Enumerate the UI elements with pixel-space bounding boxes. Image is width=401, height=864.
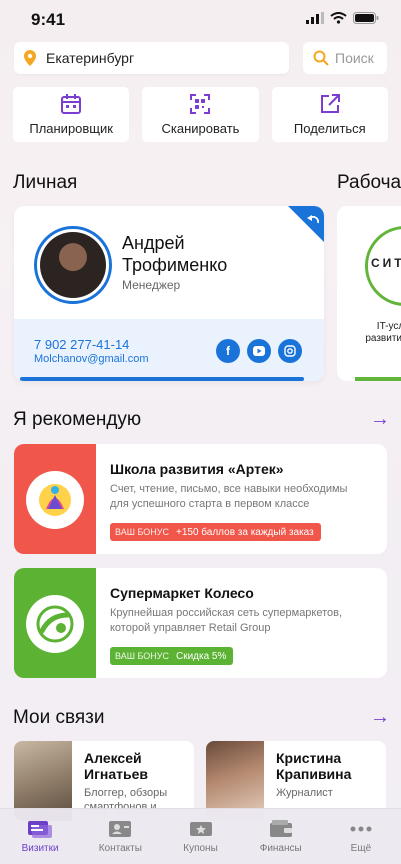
tab-label: Визитки <box>21 843 59 854</box>
tab-label: Купоны <box>183 843 218 854</box>
status-bar: 9:41 <box>0 0 401 40</box>
section-connections-title: Мои связи <box>13 707 105 728</box>
calendar-icon <box>61 94 82 114</box>
planner-button[interactable]: Планировщик <box>13 87 130 142</box>
tab-finance[interactable]: Финансы <box>241 809 321 864</box>
phone-link[interactable]: 7 902 277-41-14 <box>34 337 129 352</box>
tab-more[interactable]: Ещё <box>321 809 401 864</box>
more-dots-icon <box>350 826 372 832</box>
recommendation-card-koleso[interactable]: Супермаркет Колесо Крупнейшая российская… <box>14 568 387 678</box>
recommend-more-arrow-icon[interactable]: → <box>370 408 390 431</box>
share-icon <box>320 94 340 113</box>
person-last-name: Трофименко <box>122 255 228 275</box>
social-links: f <box>216 339 302 363</box>
tab-label: Финансы <box>259 843 302 854</box>
company-logo-text: СИТ <box>371 256 401 270</box>
bonus-value: +150 баллов за каждый заказ <box>175 526 314 538</box>
recommendation-card-artek[interactable]: Школа развития «Артек» Счет, чтение, пис… <box>14 444 387 554</box>
connection-name: Кристина Крапивина <box>276 750 352 782</box>
personal-business-card[interactable]: Андрей Трофименко Менеджер 7 902 277-41-… <box>14 206 324 381</box>
wifi-icon <box>330 12 347 24</box>
person-name: Андрей Трофименко <box>122 232 272 276</box>
section-recommend-title: Я рекомендую <box>13 409 142 430</box>
quick-actions: Планировщик Сканировать Поделиться <box>13 87 388 142</box>
bonus-badge: ВАШ БОНУС Скидка 5% <box>110 647 234 665</box>
avatar <box>34 226 112 304</box>
artek-logo <box>26 471 84 529</box>
bonus-tag: ВАШ БОНУС <box>115 527 169 537</box>
section-personal-title: Личная <box>13 172 78 193</box>
planner-label: Планировщик <box>29 121 113 136</box>
tab-vizitki[interactable]: Визитки <box>0 809 80 864</box>
email-link[interactable]: Molchanov@gmail.com <box>34 353 149 365</box>
search-icon <box>313 50 329 66</box>
wallet-icon <box>269 820 292 837</box>
bonus-badge: ВАШ БОНУС +150 баллов за каждый заказ <box>110 523 321 541</box>
status-icons <box>306 12 379 24</box>
share-button[interactable]: Поделиться <box>271 87 388 142</box>
cards-icon <box>28 821 53 838</box>
connection-desc: Журналист <box>276 787 333 799</box>
scan-label: Сканировать <box>161 121 240 136</box>
tab-label: Контакты <box>98 843 142 854</box>
bonus-tag: ВАШ БОНУС <box>115 651 169 661</box>
person-first-name: Андрей <box>122 233 185 253</box>
contacts-icon <box>109 821 132 837</box>
bonus-value: Скидка 5% <box>175 650 227 662</box>
bottom-tab-bar: Визитки Контакты Купоны Финансы Ещё <box>0 808 401 864</box>
search-placeholder: Поиск <box>335 50 374 66</box>
card-accent-bar <box>20 377 304 381</box>
flip-card-icon[interactable] <box>288 206 324 242</box>
city-selector[interactable]: Екатеринбург <box>14 42 289 74</box>
recommendation-title: Школа развития «Артек» <box>110 461 284 477</box>
tab-coupons[interactable]: Купоны <box>160 809 240 864</box>
connection-name: Алексей Игнатьев <box>84 750 148 782</box>
signal-icon <box>306 12 324 24</box>
recommendation-title: Супермаркет Колесо <box>110 585 254 601</box>
work-card-accent-bar <box>355 377 401 381</box>
coupon-icon <box>189 822 212 836</box>
battery-icon <box>353 12 379 24</box>
section-work-title: Рабоча <box>337 172 401 193</box>
koleso-logo <box>26 595 84 653</box>
scan-button[interactable]: Сканировать <box>142 87 259 142</box>
person-role: Менеджер <box>122 278 181 292</box>
recommendation-desc: Крупнейшая российская сеть супермаркетов… <box>110 607 343 634</box>
qr-scan-icon <box>190 94 211 114</box>
search-input[interactable]: Поиск <box>303 42 387 74</box>
youtube-icon[interactable] <box>247 339 271 363</box>
instagram-icon[interactable] <box>278 339 302 363</box>
tab-contacts[interactable]: Контакты <box>80 809 160 864</box>
recommendation-desc: Счет, чтение, письмо, все навыки необход… <box>110 483 348 510</box>
tab-label: Ещё <box>350 843 372 854</box>
work-business-card[interactable]: СИТ IT-услу развити биз <box>337 206 401 381</box>
location-pin-icon <box>24 50 36 66</box>
share-label: Поделиться <box>293 121 366 136</box>
connections-more-arrow-icon[interactable]: → <box>370 706 390 729</box>
facebook-icon[interactable]: f <box>216 339 240 363</box>
company-desc: IT-услу развити биз <box>365 321 401 344</box>
status-time: 9:41 <box>31 10 66 29</box>
city-label: Екатеринбург <box>46 50 135 66</box>
search-row: Екатеринбург Поиск <box>14 42 387 74</box>
